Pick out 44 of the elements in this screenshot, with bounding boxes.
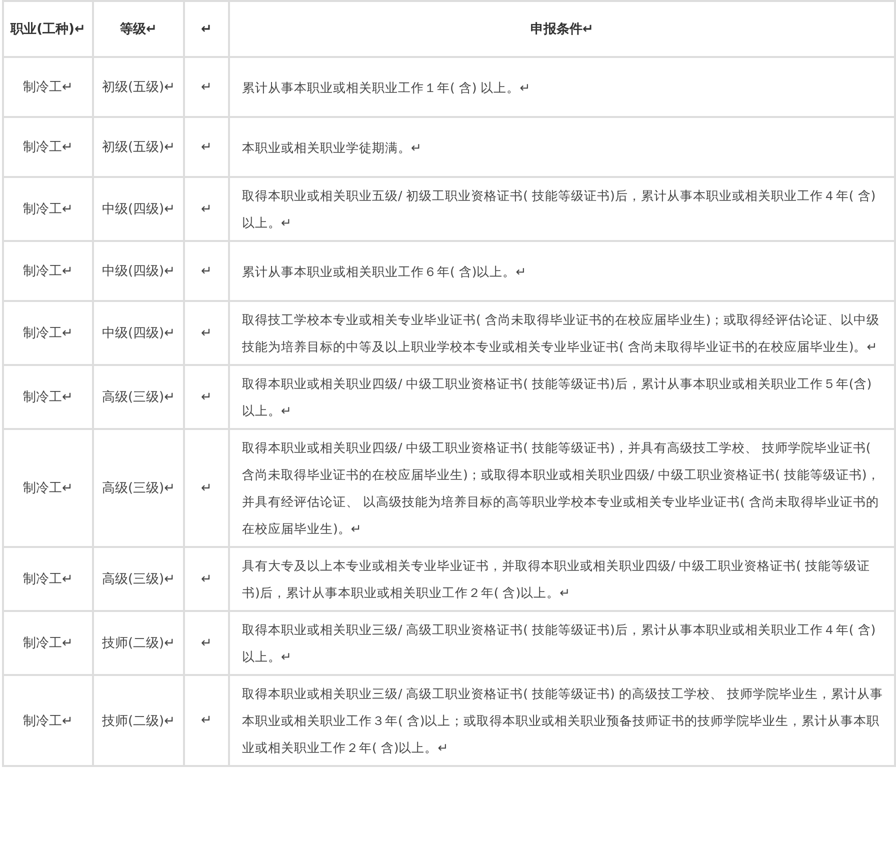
table-cell: 中级(四级)↵ <box>93 301 184 365</box>
table-cell: 制冷工↵ <box>3 117 93 177</box>
table-cell: 累计从事本职业或相关职业工作６年( 含)以上。↵ <box>229 241 895 301</box>
table-cell: 制冷工↵ <box>3 177 93 241</box>
table-cell: ↵ <box>184 117 229 177</box>
table-cell: 技师(二级)↵ <box>93 611 184 675</box>
table-cell: 制冷工↵ <box>3 57 93 117</box>
table-cell: 制冷工↵ <box>3 429 93 547</box>
table-cell: 制冷工↵ <box>3 301 93 365</box>
table-cell: 取得本职业或相关职业三级/ 高级工职业资格证书( 技能等级证书) 的高级技工学校、 技师学院毕业生，累计从事本职业或相关职业工作３年( 含)以上；或取得本职业或相关职业预备技师证书的技师学院毕业生，累计从事本职业或相关职业工作２年( 含)以上。↵ <box>229 675 895 766</box>
table-cell: 取得技工学校本专业或相关专业毕业证书( 含尚未取得毕业证书的在校应届毕业生)；或取得经评估论证、以中级技能为培养目标的中等及以上职业学校本专业或相关专业毕业证书( 含尚未取得毕业证书的在校应届毕业生)。↵ <box>229 301 895 365</box>
table-cell: 中级(四级)↵ <box>93 177 184 241</box>
table-cell: 高级(三级)↵ <box>93 429 184 547</box>
table-cell: 技师(二级)↵ <box>93 675 184 766</box>
table-cell: ↵ <box>184 365 229 429</box>
column-header: 申报条件↵ <box>229 1 895 57</box>
table-cell: 制冷工↵ <box>3 365 93 429</box>
table-cell: 具有大专及以上本专业或相关专业毕业证书，并取得本职业或相关职业四级/ 中级工职业资格证书( 技能等级证书)后，累计从事本职业或相关职业工作２年( 含)以上。↵ <box>229 547 895 611</box>
table-cell: 制冷工↵ <box>3 241 93 301</box>
table-cell: 制冷工↵ <box>3 547 93 611</box>
table-cell: ↵ <box>184 301 229 365</box>
table-cell: 中级(四级)↵ <box>93 241 184 301</box>
table-cell: 取得本职业或相关职业四级/ 中级工职业资格证书( 技能等级证书)，并具有高级技工学校、 技师学院毕业证书( 含尚未取得毕业证书的在校应届毕业生)；或取得本职业或相关职业四级/ 中级工职业资格证书( 技能等级证书)，并具有经评估论证、 以高级技能为培养目标的高等职业学校本专业或相关专业毕业证书( 含尚未取得毕业证书的在校应届毕业生)。↵ <box>229 429 895 547</box>
column-header: ↵ <box>184 1 229 57</box>
table-cell: 累计从事本职业或相关职业工作１年( 含) 以上。↵ <box>229 57 895 117</box>
table-cell: 本职业或相关职业学徒期满。↵ <box>229 117 895 177</box>
table-cell: ↵ <box>184 675 229 766</box>
table-cell: 制冷工↵ <box>3 675 93 766</box>
table-cell: 初级(五级)↵ <box>93 117 184 177</box>
column-header: 等级↵ <box>93 1 184 57</box>
table-cell: 制冷工↵ <box>3 611 93 675</box>
table-cell: 取得本职业或相关职业三级/ 高级工职业资格证书( 技能等级证书)后，累计从事本职业或相关职业工作４年( 含)以上。↵ <box>229 611 895 675</box>
table-cell: ↵ <box>184 429 229 547</box>
table-cell: 取得本职业或相关职业五级/ 初级工职业资格证书( 技能等级证书)后，累计从事本职业或相关职业工作４年( 含) 以上。↵ <box>229 177 895 241</box>
column-header: 职业(工种)↵ <box>3 1 93 57</box>
table-cell: ↵ <box>184 241 229 301</box>
table-cell: 取得本职业或相关职业四级/ 中级工职业资格证书( 技能等级证书)后，累计从事本职业或相关职业工作５年(含)以上。↵ <box>229 365 895 429</box>
table-cell: ↵ <box>184 611 229 675</box>
table-cell: 高级(三级)↵ <box>93 365 184 429</box>
table-cell: ↵ <box>184 547 229 611</box>
table-cell: 初级(五级)↵ <box>93 57 184 117</box>
table-cell: ↵ <box>184 177 229 241</box>
table-cell: 高级(三级)↵ <box>93 547 184 611</box>
table-cell: ↵ <box>184 57 229 117</box>
